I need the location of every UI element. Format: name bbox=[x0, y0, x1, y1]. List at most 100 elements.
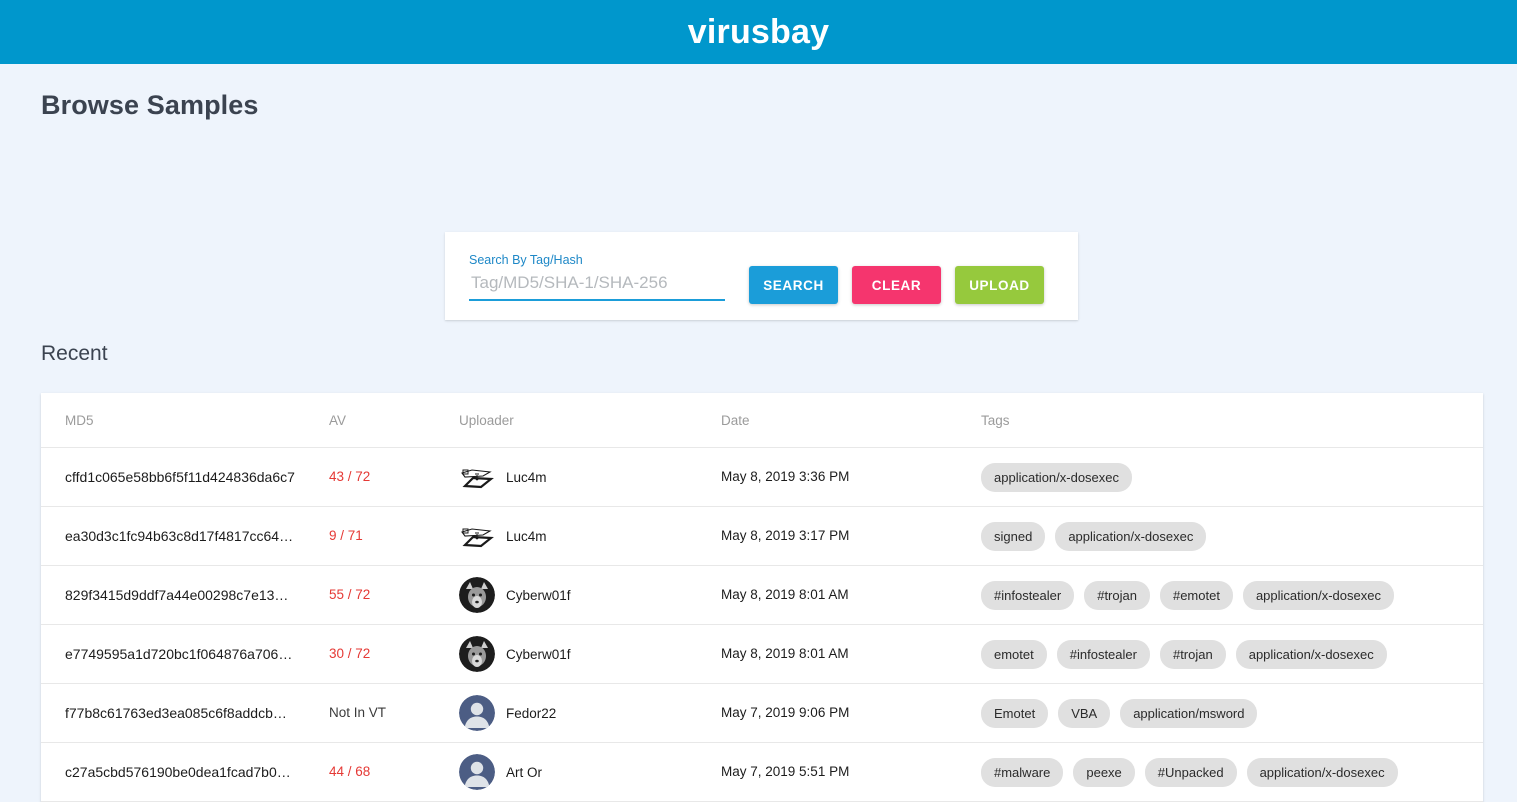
upload-date: May 7, 2019 9:06 PM bbox=[721, 705, 850, 720]
cell-uploader[interactable]: Luc4m bbox=[459, 459, 721, 495]
av-detection-ratio: 55 / 72 bbox=[329, 587, 371, 602]
search-card: Search By Tag/Hash SEARCH CLEAR UPLOAD bbox=[445, 232, 1078, 320]
cell-md5[interactable]: 829f3415d9ddf7a44e00298c7e13… bbox=[65, 587, 329, 603]
cell-md5[interactable]: c27a5cbd576190be0dea1fcad7b0… bbox=[65, 764, 329, 780]
tag-chip[interactable]: #Unpacked bbox=[1144, 757, 1237, 787]
uploader-name: Cyberw01f bbox=[506, 646, 571, 662]
cell-date: May 8, 2019 8:01 AM bbox=[721, 586, 981, 604]
cell-date: May 8, 2019 3:36 PM bbox=[721, 468, 981, 486]
tag-list: signed application/x-dosexec bbox=[981, 521, 1459, 551]
cell-uploader[interactable]: Art Or bbox=[459, 754, 721, 790]
table-header-row: MD5 AV Uploader Date Tags bbox=[41, 393, 1483, 448]
tag-chip[interactable]: VBA bbox=[1058, 698, 1111, 728]
cell-date: May 7, 2019 9:06 PM bbox=[721, 704, 981, 722]
upload-date: May 8, 2019 3:17 PM bbox=[721, 528, 850, 543]
table-row[interactable]: 829f3415d9ddf7a44e00298c7e13… 55 / 72 Cybe… bbox=[41, 566, 1483, 625]
uploader-name: Fedor22 bbox=[506, 705, 557, 721]
table-row[interactable]: cffd1c065e58bb6f5f11d424836da6c7 43 / 72 L… bbox=[41, 448, 1483, 507]
cell-md5[interactable]: cffd1c065e58bb6f5f11d424836da6c7 bbox=[65, 469, 329, 485]
tag-chip[interactable]: #trojan bbox=[1084, 580, 1150, 610]
cell-av: 55 / 72 bbox=[329, 586, 459, 604]
tag-chip[interactable]: application/x-dosexec bbox=[981, 462, 1133, 492]
avatar bbox=[459, 636, 495, 672]
cell-tags: #infostealer #trojan #emotet application/x-… bbox=[981, 580, 1459, 610]
cell-av: Not In VT bbox=[329, 704, 459, 722]
cell-uploader[interactable]: Cyberw01f bbox=[459, 636, 721, 672]
search-actions: SEARCH CLEAR UPLOAD bbox=[749, 250, 1044, 304]
page-title: Browse Samples bbox=[41, 90, 259, 120]
cell-tags: application/x-dosexec bbox=[981, 462, 1459, 492]
tag-chip[interactable]: application/x-dosexec bbox=[1235, 639, 1387, 669]
tag-list: emotet #infostealer #trojan application/x-d… bbox=[981, 639, 1459, 669]
search-button[interactable]: SEARCH bbox=[749, 266, 838, 304]
uploader-name: Cyberw01f bbox=[506, 587, 571, 603]
tag-chip[interactable]: #trojan bbox=[1159, 639, 1226, 669]
tag-chip[interactable]: peexe bbox=[1073, 757, 1135, 787]
cell-tags: signed application/x-dosexec bbox=[981, 521, 1459, 551]
brand-title: virusbay bbox=[687, 13, 830, 51]
tag-chip[interactable]: signed bbox=[981, 521, 1046, 551]
site-header: virusbay bbox=[0, 0, 1517, 64]
cell-av: 44 / 68 bbox=[329, 763, 459, 781]
cell-uploader[interactable]: Cyberw01f bbox=[459, 577, 721, 613]
table-row[interactable]: c27a5cbd576190be0dea1fcad7b0… 44 / 68 Art … bbox=[41, 743, 1483, 802]
uploader-info: Cyberw01f bbox=[459, 577, 721, 613]
upload-date: May 8, 2019 8:01 AM bbox=[721, 646, 849, 661]
avatar bbox=[459, 518, 495, 554]
md5-hash: cffd1c065e58bb6f5f11d424836da6c7 bbox=[65, 469, 295, 485]
av-detection-ratio: 9 / 71 bbox=[329, 528, 363, 543]
cell-tags: Emotet VBA application/msword bbox=[981, 698, 1459, 728]
tag-chip[interactable]: #malware bbox=[981, 757, 1064, 787]
uploader-name: Luc4m bbox=[506, 469, 547, 485]
avatar bbox=[459, 459, 495, 495]
table-row[interactable]: ea30d3c1fc94b63c8d17f4817cc64… 9 / 71 Luc4… bbox=[41, 507, 1483, 566]
cell-md5[interactable]: f77b8c61763ed3ea085c6f8addcb… bbox=[65, 705, 329, 721]
cell-tags: emotet #infostealer #trojan application/x-d… bbox=[981, 639, 1459, 669]
column-header-uploader: Uploader bbox=[459, 412, 514, 428]
cell-date: May 8, 2019 3:17 PM bbox=[721, 527, 981, 545]
cell-md5[interactable]: ea30d3c1fc94b63c8d17f4817cc64… bbox=[65, 528, 329, 544]
cell-av: 43 / 72 bbox=[329, 468, 459, 486]
tag-chip[interactable]: application/msword bbox=[1120, 698, 1258, 728]
uploader-name: Art Or bbox=[506, 764, 542, 780]
av-detection-ratio: 43 / 72 bbox=[329, 469, 371, 484]
uploader-name: Luc4m bbox=[506, 528, 547, 544]
clear-button[interactable]: CLEAR bbox=[852, 266, 941, 304]
av-detection-ratio: Not In VT bbox=[329, 705, 387, 720]
tag-chip[interactable]: #emotet bbox=[1159, 580, 1233, 610]
tag-chip[interactable]: application/x-dosexec bbox=[1055, 521, 1207, 551]
tag-list: application/x-dosexec bbox=[981, 462, 1459, 492]
cell-uploader[interactable]: Luc4m bbox=[459, 518, 721, 554]
column-header-md5: MD5 bbox=[65, 412, 94, 428]
avatar bbox=[459, 754, 495, 790]
md5-hash: ea30d3c1fc94b63c8d17f4817cc64… bbox=[65, 528, 294, 544]
avatar bbox=[459, 577, 495, 613]
cell-uploader[interactable]: Fedor22 bbox=[459, 695, 721, 731]
tag-list: Emotet VBA application/msword bbox=[981, 698, 1459, 728]
md5-hash: c27a5cbd576190be0dea1fcad7b0… bbox=[65, 764, 291, 780]
av-detection-ratio: 44 / 68 bbox=[329, 764, 371, 779]
upload-button[interactable]: UPLOAD bbox=[955, 266, 1044, 304]
search-field-wrapper: Search By Tag/Hash bbox=[469, 250, 725, 301]
tag-chip[interactable]: application/x-dosexec bbox=[1242, 580, 1394, 610]
tag-chip[interactable]: application/x-dosexec bbox=[1246, 757, 1398, 787]
table-body: cffd1c065e58bb6f5f11d424836da6c7 43 / 72 L… bbox=[41, 448, 1483, 802]
table-row[interactable]: f77b8c61763ed3ea085c6f8addcb… Not In VT Fe… bbox=[41, 684, 1483, 743]
cell-tags: #malware peexe #Unpacked application/x-dose… bbox=[981, 757, 1459, 787]
avatar bbox=[459, 695, 495, 731]
cell-md5[interactable]: e7749595a1d720bc1f064876a706… bbox=[65, 646, 329, 662]
column-header-tags: Tags bbox=[981, 412, 1010, 428]
cell-date: May 8, 2019 8:01 AM bbox=[721, 645, 981, 663]
tag-chip[interactable]: emotet bbox=[981, 639, 1047, 669]
table-row[interactable]: e7749595a1d720bc1f064876a706… 30 / 72 Cybe… bbox=[41, 625, 1483, 684]
tag-chip[interactable]: #infostealer bbox=[1056, 639, 1150, 669]
av-detection-ratio: 30 / 72 bbox=[329, 646, 371, 661]
search-input[interactable] bbox=[469, 273, 725, 301]
upload-date: May 7, 2019 5:51 PM bbox=[721, 764, 850, 779]
tag-chip[interactable]: Emotet bbox=[981, 698, 1049, 728]
column-header-av: AV bbox=[329, 412, 347, 428]
tag-chip[interactable]: #infostealer bbox=[981, 580, 1075, 610]
uploader-info: Art Or bbox=[459, 754, 721, 790]
upload-date: May 8, 2019 3:36 PM bbox=[721, 469, 850, 484]
md5-hash: e7749595a1d720bc1f064876a706… bbox=[65, 646, 293, 662]
